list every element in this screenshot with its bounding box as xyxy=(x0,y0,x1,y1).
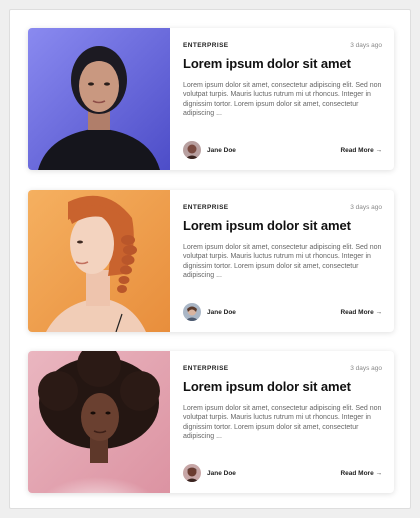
article-image xyxy=(28,351,170,493)
avatar xyxy=(183,303,201,321)
avatar xyxy=(183,464,201,482)
article-title[interactable]: Lorem ipsum dolor sit amet xyxy=(183,379,382,395)
article-image xyxy=(28,28,170,170)
avatar xyxy=(183,141,201,159)
author-name: Jane Doe xyxy=(207,469,236,477)
author[interactable]: Jane Doe xyxy=(183,141,236,159)
category-label[interactable]: ENTERPRISE xyxy=(183,365,229,372)
post-date: 3 days ago xyxy=(350,364,382,372)
article-image xyxy=(28,190,170,332)
article-body: ENTERPRISE 3 days ago Lorem ipsum dolor … xyxy=(183,202,382,322)
read-more-link[interactable]: Read More → xyxy=(340,147,382,154)
author[interactable]: Jane Doe xyxy=(183,303,236,321)
article-card[interactable]: ENTERPRISE 3 days ago Lorem ipsum dolor … xyxy=(28,28,394,170)
read-more-link[interactable]: Read More → xyxy=(340,309,382,316)
article-card[interactable]: ENTERPRISE 3 days ago Lorem ipsum dolor … xyxy=(28,190,394,332)
category-label[interactable]: ENTERPRISE xyxy=(183,204,229,211)
category-label[interactable]: ENTERPRISE xyxy=(183,42,229,49)
author-name: Jane Doe xyxy=(207,146,236,154)
article-title[interactable]: Lorem ipsum dolor sit amet xyxy=(183,218,382,234)
article-excerpt: Lorem ipsum dolor sit amet, consectetur … xyxy=(183,244,382,280)
post-date: 3 days ago xyxy=(350,41,382,49)
article-title[interactable]: Lorem ipsum dolor sit amet xyxy=(183,56,382,72)
article-card[interactable]: ENTERPRISE 3 days ago Lorem ipsum dolor … xyxy=(28,351,394,493)
author[interactable]: Jane Doe xyxy=(183,464,236,482)
author-name: Jane Doe xyxy=(207,308,236,316)
post-date: 3 days ago xyxy=(350,203,382,211)
article-excerpt: Lorem ipsum dolor sit amet, consectetur … xyxy=(183,405,382,441)
article-excerpt: Lorem ipsum dolor sit amet, consectetur … xyxy=(183,82,382,118)
article-body: ENTERPRISE 3 days ago Lorem ipsum dolor … xyxy=(183,363,382,483)
article-body: ENTERPRISE 3 days ago Lorem ipsum dolor … xyxy=(183,40,382,160)
read-more-link[interactable]: Read More → xyxy=(340,470,382,477)
